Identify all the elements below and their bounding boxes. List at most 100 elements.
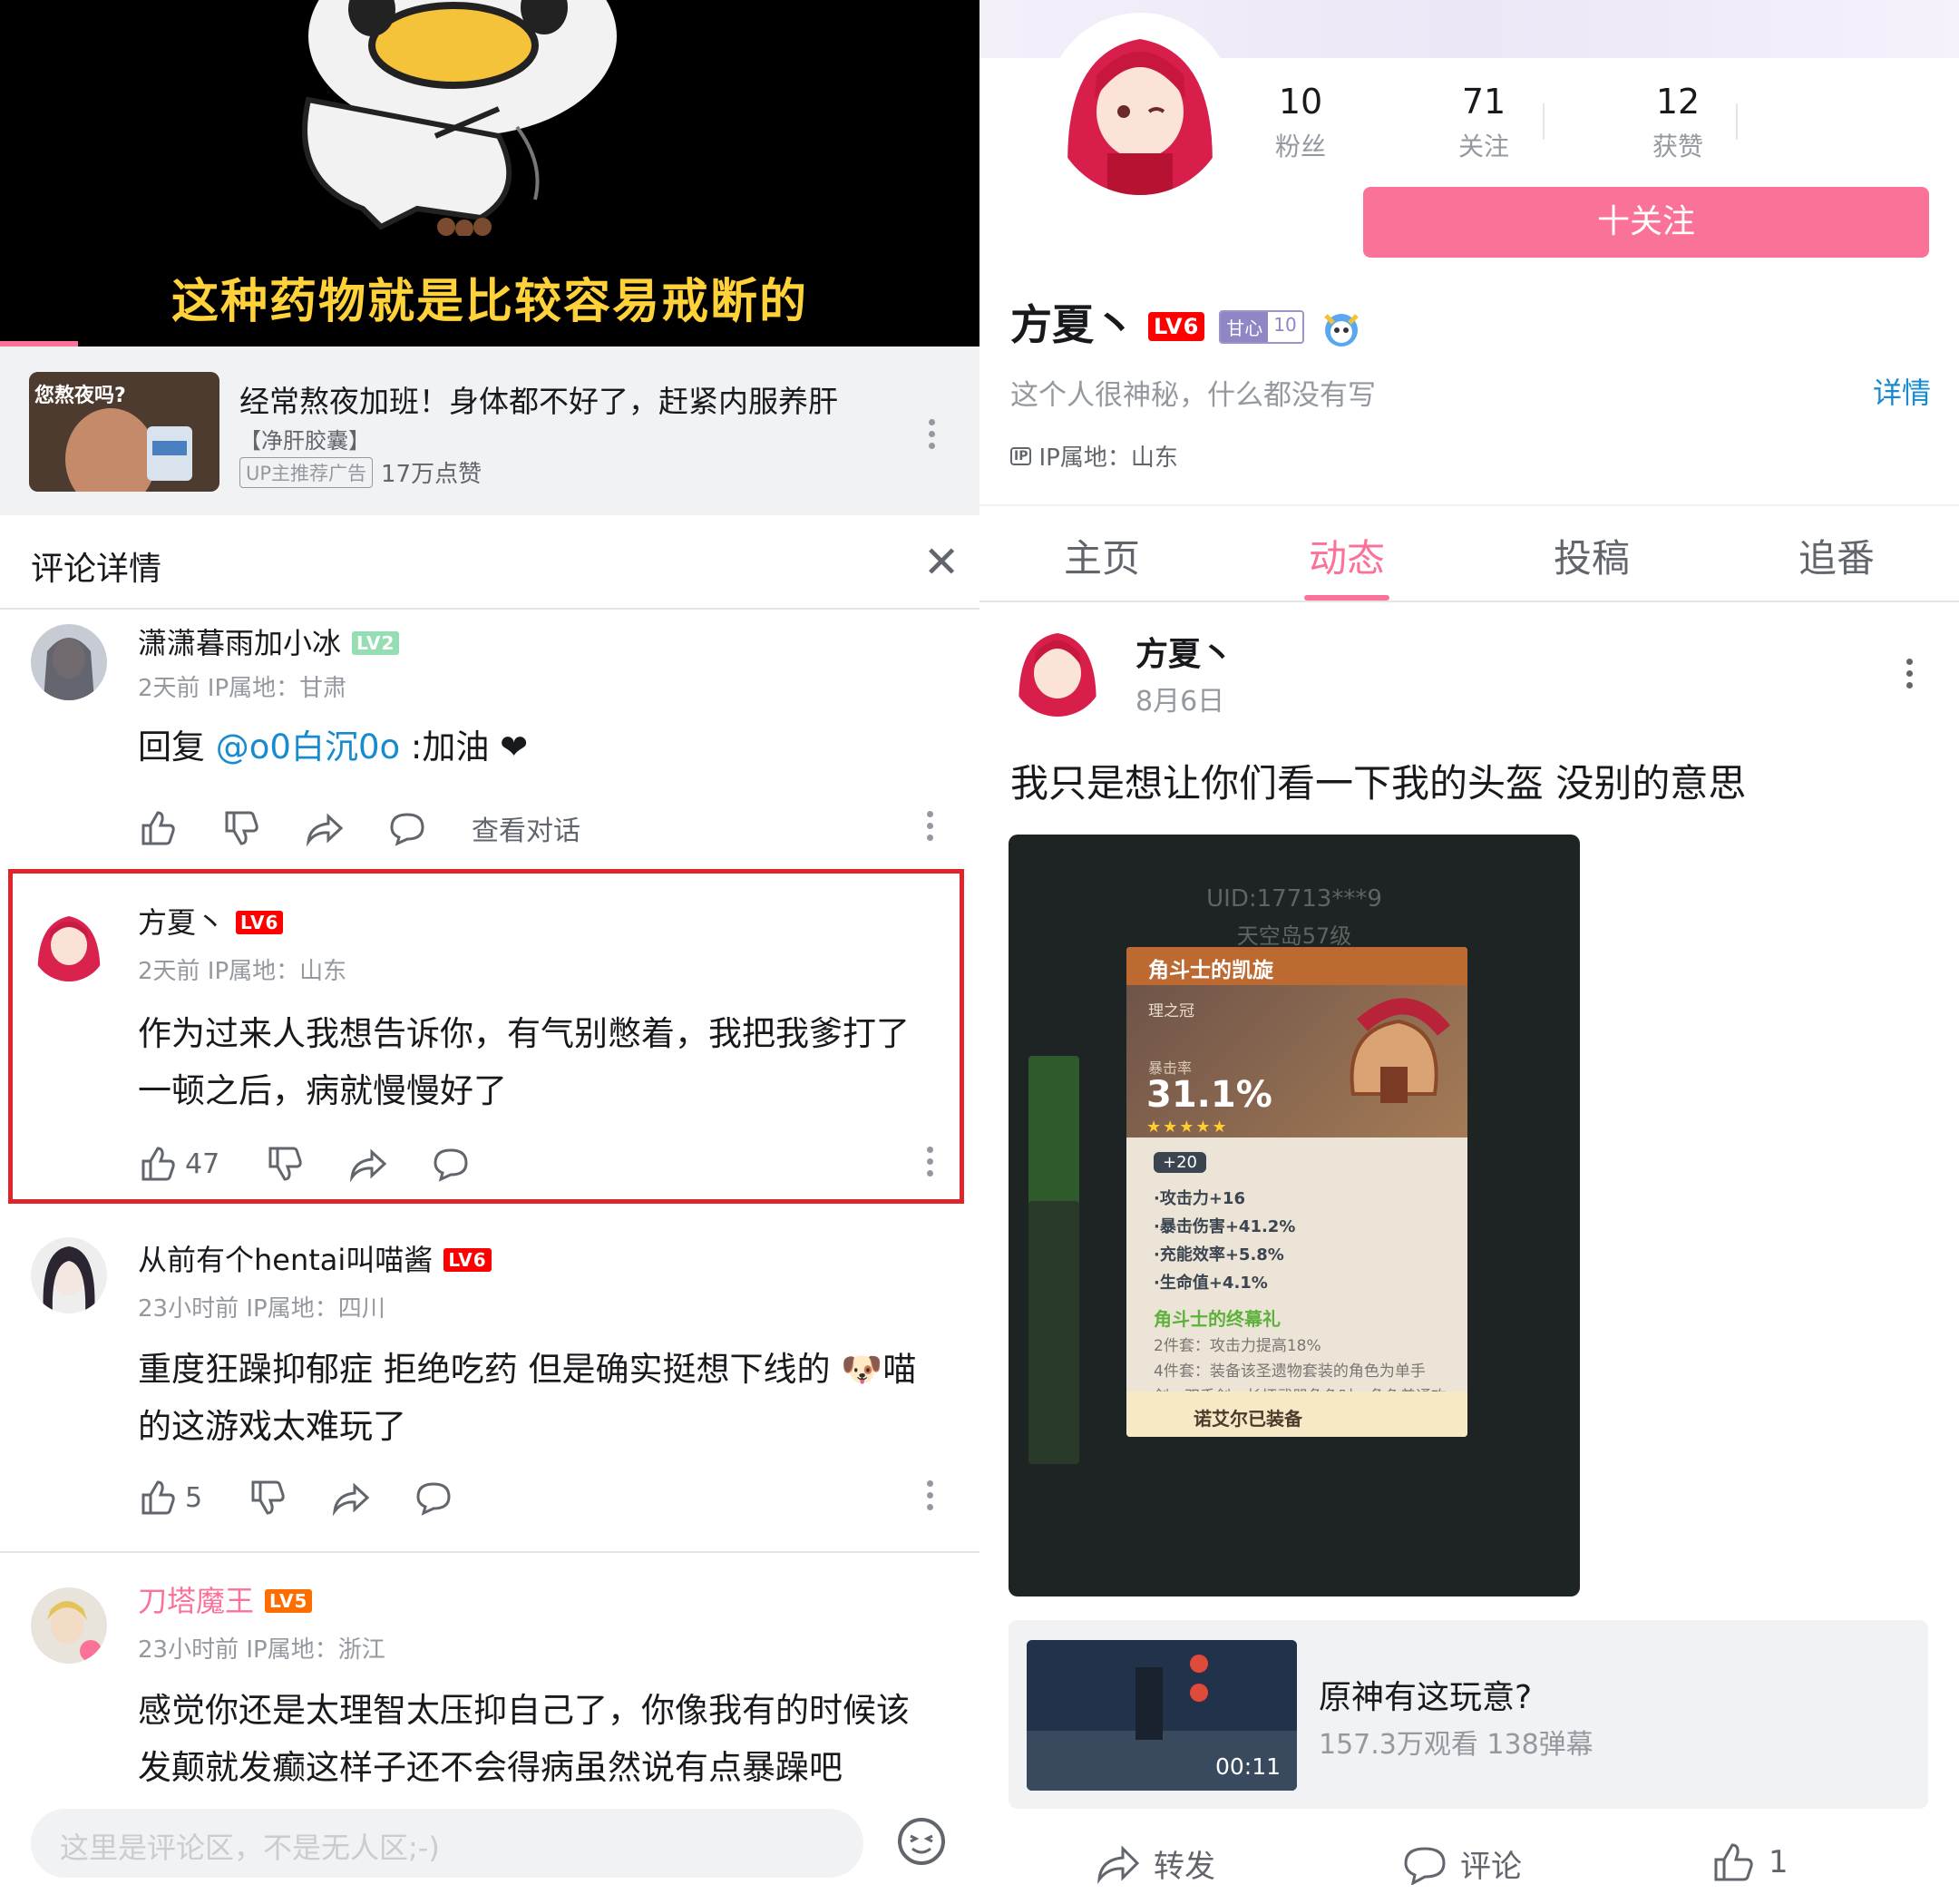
dislike-button[interactable] xyxy=(248,1479,286,1517)
dislike-button[interactable] xyxy=(221,809,259,847)
comment-detail-header: 评论详情 ✕ xyxy=(0,515,980,610)
comment-actions: 查看对话 xyxy=(138,807,580,849)
helmet-icon xyxy=(1350,998,1451,1103)
mascot-badge-icon xyxy=(1323,314,1359,347)
comment-detail-title: 评论详情 xyxy=(31,551,162,588)
like-count: 5 xyxy=(185,1481,203,1514)
share-button[interactable]: 转发 xyxy=(1096,1841,1215,1886)
artifact-card: 角斗士的凯旋 理之冠 暴击率 31.1% ★★★★★ +20 ·攻击力+16 ·… xyxy=(1126,947,1467,1437)
tab-dynamics[interactable]: 动态 xyxy=(1224,528,1469,583)
post-date: 8月6日 xyxy=(1135,686,1225,718)
comment-input[interactable]: 这里是评论区，不是无人区;-) xyxy=(31,1809,863,1878)
comment-username[interactable]: 刀塔魔王 LV5 xyxy=(138,1578,313,1620)
set-name: 角斗士的终幕礼 xyxy=(1154,1308,1281,1330)
more-icon[interactable] xyxy=(1906,659,1914,689)
linked-video-card[interactable]: 00:11 原神有这玩意? 157.3万观看 138弹幕 xyxy=(1009,1620,1928,1809)
comment-meta: 2天前 IP属地：甘肃 xyxy=(138,675,347,702)
profile-avatar-image xyxy=(1051,17,1229,195)
thumbs-up-icon xyxy=(1714,1843,1753,1881)
ad-badge: UP主推荐广告 xyxy=(239,457,374,488)
comment-username[interactable]: 潇潇暮雨加小冰 LV2 xyxy=(138,620,400,662)
stat-following[interactable]: 71 关注 xyxy=(1402,82,1565,163)
profile-signature: 这个人很神秘，什么都没有写 xyxy=(1010,379,1376,412)
main-stat-value: 31.1% xyxy=(1146,1074,1272,1116)
comment-detail-panel: 这种药物就是比较容易戒断的 您熬夜吗? 经常熬夜加班！身体都不好了，赶紧内服养肝… xyxy=(0,0,980,1904)
cartoon-duck-image xyxy=(302,0,617,236)
share-icon xyxy=(1097,1844,1140,1884)
view-conversation-link[interactable]: 查看对话 xyxy=(472,808,580,848)
linked-video-title[interactable]: 原神有这玩意? xyxy=(1319,1671,1532,1718)
post-actions: 转发 评论 1 xyxy=(980,1841,1959,1896)
mention-link[interactable]: @o0白沉0o xyxy=(216,727,400,766)
comment-icon xyxy=(390,813,424,846)
rarity-stars: ★★★★★ xyxy=(1146,1118,1229,1137)
ad-title[interactable]: 经常熬夜加班！身体都不好了，赶紧内服养肝 xyxy=(239,377,838,421)
comment-icon xyxy=(1404,1846,1446,1885)
profile-name: 方夏丶 xyxy=(1010,300,1135,349)
user-space-panel: 10 粉丝 71 关注 12 获赞 十关注 方夏丶 LV6 甘心 10 这个人很神秘，什… xyxy=(980,0,1959,1904)
comment-input-bar: 这里是评论区，不是无人区;-) xyxy=(0,1787,980,1904)
share-button[interactable] xyxy=(331,1479,370,1517)
like-button[interactable]: 1 xyxy=(1710,1841,1788,1883)
ad-card[interactable]: 您熬夜吗? 经常熬夜加班！身体都不好了，赶紧内服养肝 【净肝胶囊】 UP主推荐广… xyxy=(0,347,980,515)
reply-button[interactable] xyxy=(388,809,426,847)
divider xyxy=(0,1551,980,1553)
like-button[interactable]: 5 xyxy=(138,1479,202,1517)
comment-button[interactable]: 评论 xyxy=(1402,1841,1522,1886)
substats: ·攻击力+16 ·暴击伤害+41.2% ·充能效率+5.8% ·生命值+4.1% xyxy=(1154,1189,1296,1293)
ad-subtitle: 【净肝胶囊】 xyxy=(239,428,370,454)
tab-home[interactable]: 主页 xyxy=(980,528,1224,583)
level-badge: LV5 xyxy=(265,1589,313,1613)
equipped-by: 诺艾尔已装备 xyxy=(1126,1391,1467,1437)
ad-likes: 17万点赞 xyxy=(381,461,482,488)
like-button[interactable] xyxy=(138,809,176,847)
share-button[interactable] xyxy=(305,809,343,847)
detail-link[interactable]: 详情 xyxy=(1873,370,1931,412)
comment-item: 从前有个hentai叫喵酱 LV6 23小时前 IP属地：四川 重度狂躁抑郁症 拒… xyxy=(0,1216,980,1542)
level-badge: LV2 xyxy=(352,631,400,655)
video-duration: 00:11 xyxy=(1214,1753,1281,1780)
linked-video-stats: 157.3万观看 138弹幕 xyxy=(1319,1729,1594,1761)
avatar[interactable] xyxy=(1010,622,1105,717)
more-icon[interactable] xyxy=(929,419,936,450)
profile-avatar[interactable] xyxy=(1047,13,1233,200)
tab-bangumi[interactable]: 追番 xyxy=(1714,528,1959,583)
post-author[interactable]: 方夏丶 xyxy=(1135,628,1233,675)
level-badge: LV6 xyxy=(1148,312,1205,341)
post-text: 我只是想让你们看一下我的头盔 没别的意思 xyxy=(1010,761,1747,806)
game-world-level: 天空岛57级 xyxy=(1236,923,1352,949)
ip-icon: IP xyxy=(1010,446,1032,465)
stat-followers[interactable]: 10 粉丝 xyxy=(1219,82,1382,163)
comment-username[interactable]: 从前有个hentai叫喵酱 LV6 xyxy=(138,1237,492,1279)
avatar[interactable] xyxy=(31,624,107,700)
category-pill xyxy=(1028,1201,1079,1464)
profile-tabs: 主页 动态 投稿 追番 xyxy=(980,504,1959,602)
artifact-level: +20 xyxy=(1154,1152,1206,1173)
stat-likes[interactable]: 12 获赞 xyxy=(1596,82,1759,163)
more-icon[interactable] xyxy=(927,811,934,842)
comment-meta: 23小时前 IP属地：浙江 xyxy=(138,1636,385,1664)
artifact-slot: 理之冠 xyxy=(1148,1002,1194,1020)
emoji-icon[interactable] xyxy=(896,1816,947,1870)
thumbs-down-icon xyxy=(225,811,258,845)
thumbs-up-icon xyxy=(141,1480,175,1515)
avatar[interactable] xyxy=(31,1237,107,1313)
video-player[interactable]: 这种药物就是比较容易戒断的 xyxy=(0,0,980,347)
comment-text: 感觉你还是太理智太压抑自己了，你像我有的时候该发颠就发癫这样子还不会得病虽然说有… xyxy=(138,1691,910,1787)
close-icon[interactable]: ✕ xyxy=(923,541,960,584)
comment-text: 回复 @o0白沉0o :加油 ❤ xyxy=(138,727,529,766)
more-icon[interactable] xyxy=(927,1480,934,1511)
thumbs-down-icon xyxy=(251,1480,285,1515)
ad-thumbnail-caption: 您熬夜吗? xyxy=(34,385,126,407)
profile-badges: LV6 甘心 10 xyxy=(1148,305,1366,348)
reply-button[interactable] xyxy=(414,1479,453,1517)
avatar[interactable] xyxy=(31,1587,107,1664)
video-subtitle: 这种药物就是比较容易戒断的 xyxy=(171,275,808,329)
follow-button[interactable]: 十关注 xyxy=(1363,187,1929,258)
share-icon xyxy=(332,1482,370,1517)
fan-medal[interactable]: 甘心 10 xyxy=(1219,309,1304,344)
post-image[interactable]: UID:17713***9 天空岛57级 角斗士的凯旋 理之冠 暴击率 31.1… xyxy=(1009,835,1580,1596)
tab-uploads[interactable]: 投稿 xyxy=(1469,528,1714,583)
comment-actions: 5 xyxy=(138,1477,498,1518)
linked-video-thumbnail[interactable]: 00:11 xyxy=(1027,1640,1297,1791)
